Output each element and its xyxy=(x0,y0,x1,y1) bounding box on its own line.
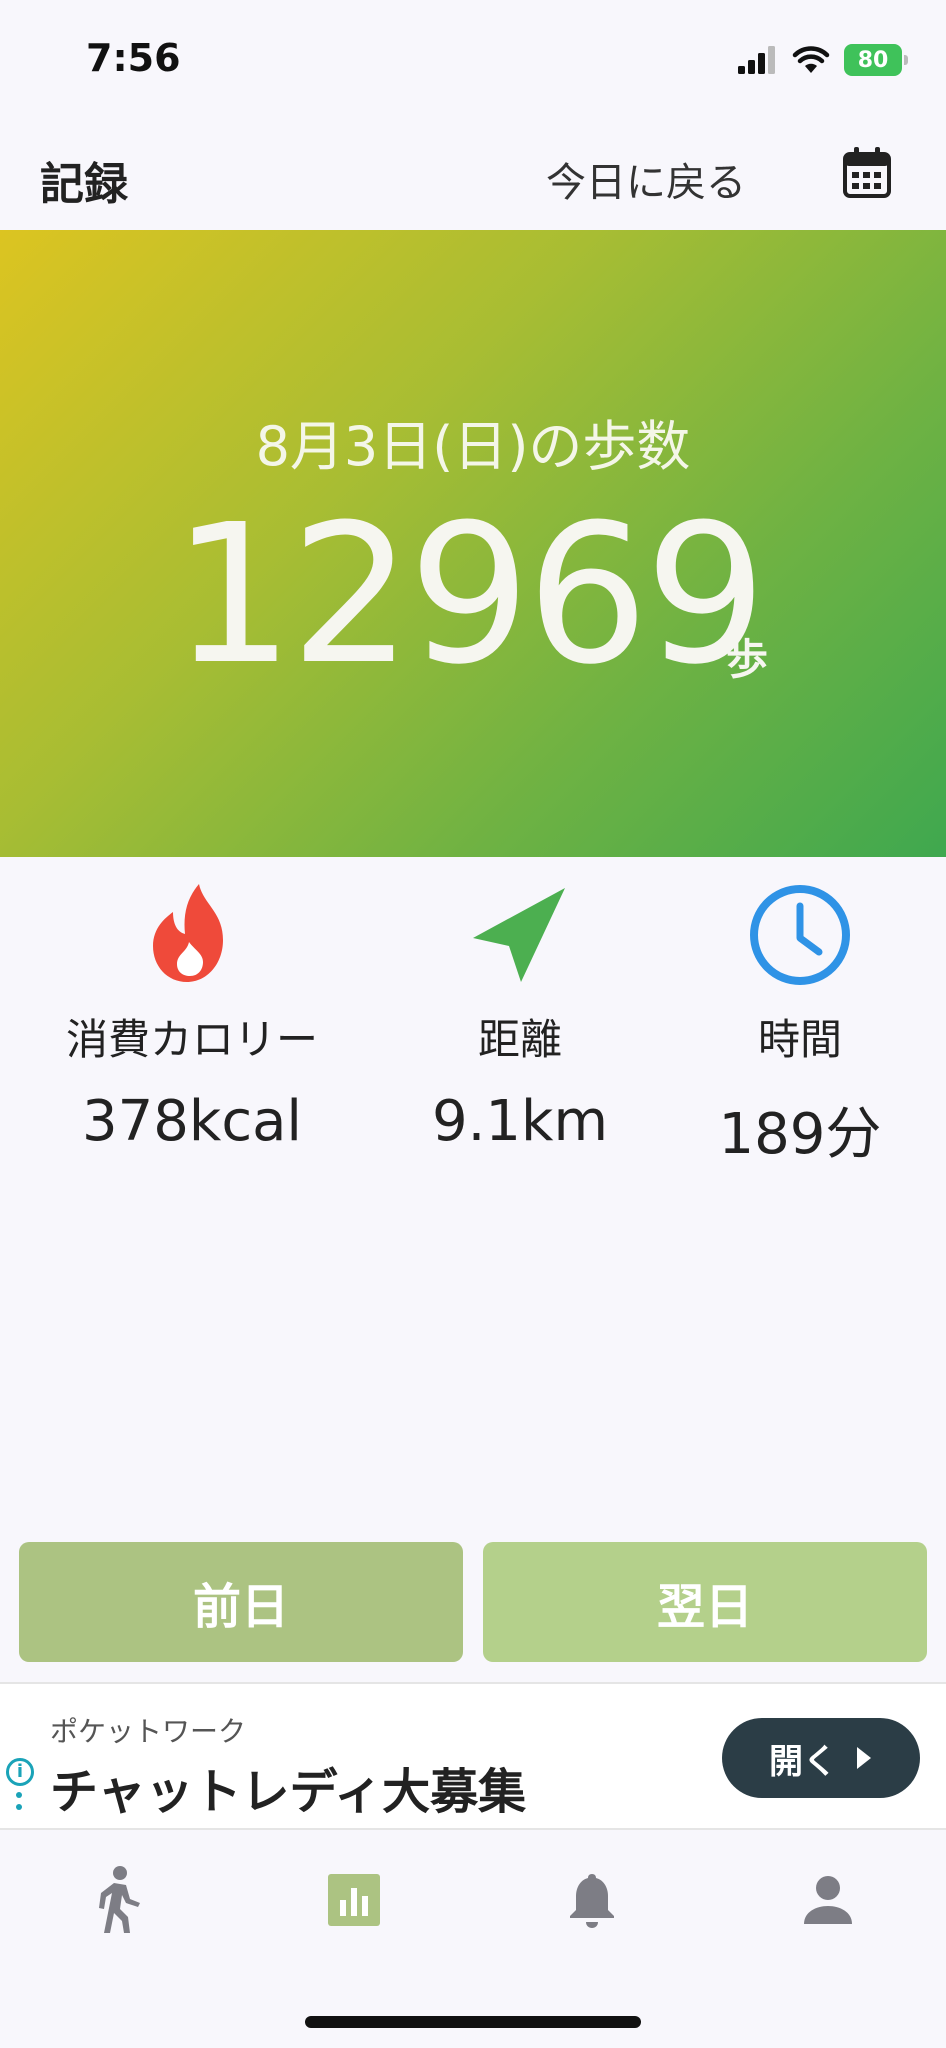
stat-distance: 距離 9.1km xyxy=(370,880,670,1154)
play-arrow-icon xyxy=(857,1747,871,1769)
flame-icon xyxy=(153,884,223,982)
back-to-today-button[interactable]: 今日に戻る xyxy=(546,150,746,208)
tab-records[interactable] xyxy=(314,1860,394,1940)
bell-icon xyxy=(570,1874,614,1928)
status-bar: 7:56 80 xyxy=(0,0,946,120)
steps-count: 12969 xyxy=(172,484,767,707)
status-time: 7:56 xyxy=(86,36,181,80)
ad-open-label: 開く xyxy=(769,1741,837,1782)
steps-hero: 8月3日(日)の歩数 12969 歩 xyxy=(0,230,946,857)
stat-value: 9.1km xyxy=(431,1089,609,1154)
ad-open-button[interactable]: 開く xyxy=(722,1718,920,1798)
stat-time: 時間 189分 xyxy=(650,880,946,1170)
status-indicators: 80 xyxy=(738,40,908,80)
stat-label: 距離 xyxy=(477,1015,562,1064)
ad-info-icon[interactable]: i xyxy=(6,1758,34,1786)
tab-notifications[interactable] xyxy=(552,1860,632,1940)
stats-row: 消費カロリー 378kcal 距離 9.1km 時間 189分 xyxy=(0,880,946,1180)
calendar-icon[interactable] xyxy=(842,146,892,200)
signal-icon xyxy=(738,46,775,74)
tab-walk[interactable] xyxy=(78,1860,158,1940)
stat-label: 時間 xyxy=(757,1015,842,1064)
steps-date-label: 8月3日(日)の歩数 xyxy=(255,415,691,478)
stat-calories: 消費カロリー 378kcal xyxy=(42,880,342,1154)
ad-headline: チャットレディ大募集 xyxy=(50,1764,527,1820)
header: 記録 今日に戻る xyxy=(0,120,946,230)
navigation-arrow-icon xyxy=(473,888,565,982)
ad-more-icon[interactable] xyxy=(16,1792,24,1816)
stat-value: 189分 xyxy=(718,1102,882,1167)
page-title: 記録 xyxy=(40,159,128,210)
tab-bar xyxy=(0,1830,946,2048)
stat-value: 378kcal xyxy=(82,1089,302,1154)
wifi-icon xyxy=(792,46,830,73)
person-icon xyxy=(804,1876,852,1924)
clock-icon xyxy=(750,885,850,985)
ad-banner[interactable]: i ポケットワーク チャットレディ大募集 開く xyxy=(0,1682,946,1830)
home-indicator xyxy=(305,2016,641,2028)
previous-day-button[interactable]: 前日 xyxy=(19,1542,463,1662)
next-day-button[interactable]: 翌日 xyxy=(483,1542,927,1662)
stat-label: 消費カロリー xyxy=(65,1015,318,1064)
battery-icon: 80 xyxy=(844,44,908,76)
chart-icon xyxy=(328,1874,380,1926)
battery-level: 80 xyxy=(857,47,889,73)
ad-source: ポケットワーク xyxy=(50,1715,247,1748)
steps-unit: 歩 xyxy=(726,635,769,684)
tab-profile[interactable] xyxy=(788,1860,868,1940)
walk-icon xyxy=(99,1866,140,1933)
day-navigation: 前日 翌日 xyxy=(0,1522,946,1682)
